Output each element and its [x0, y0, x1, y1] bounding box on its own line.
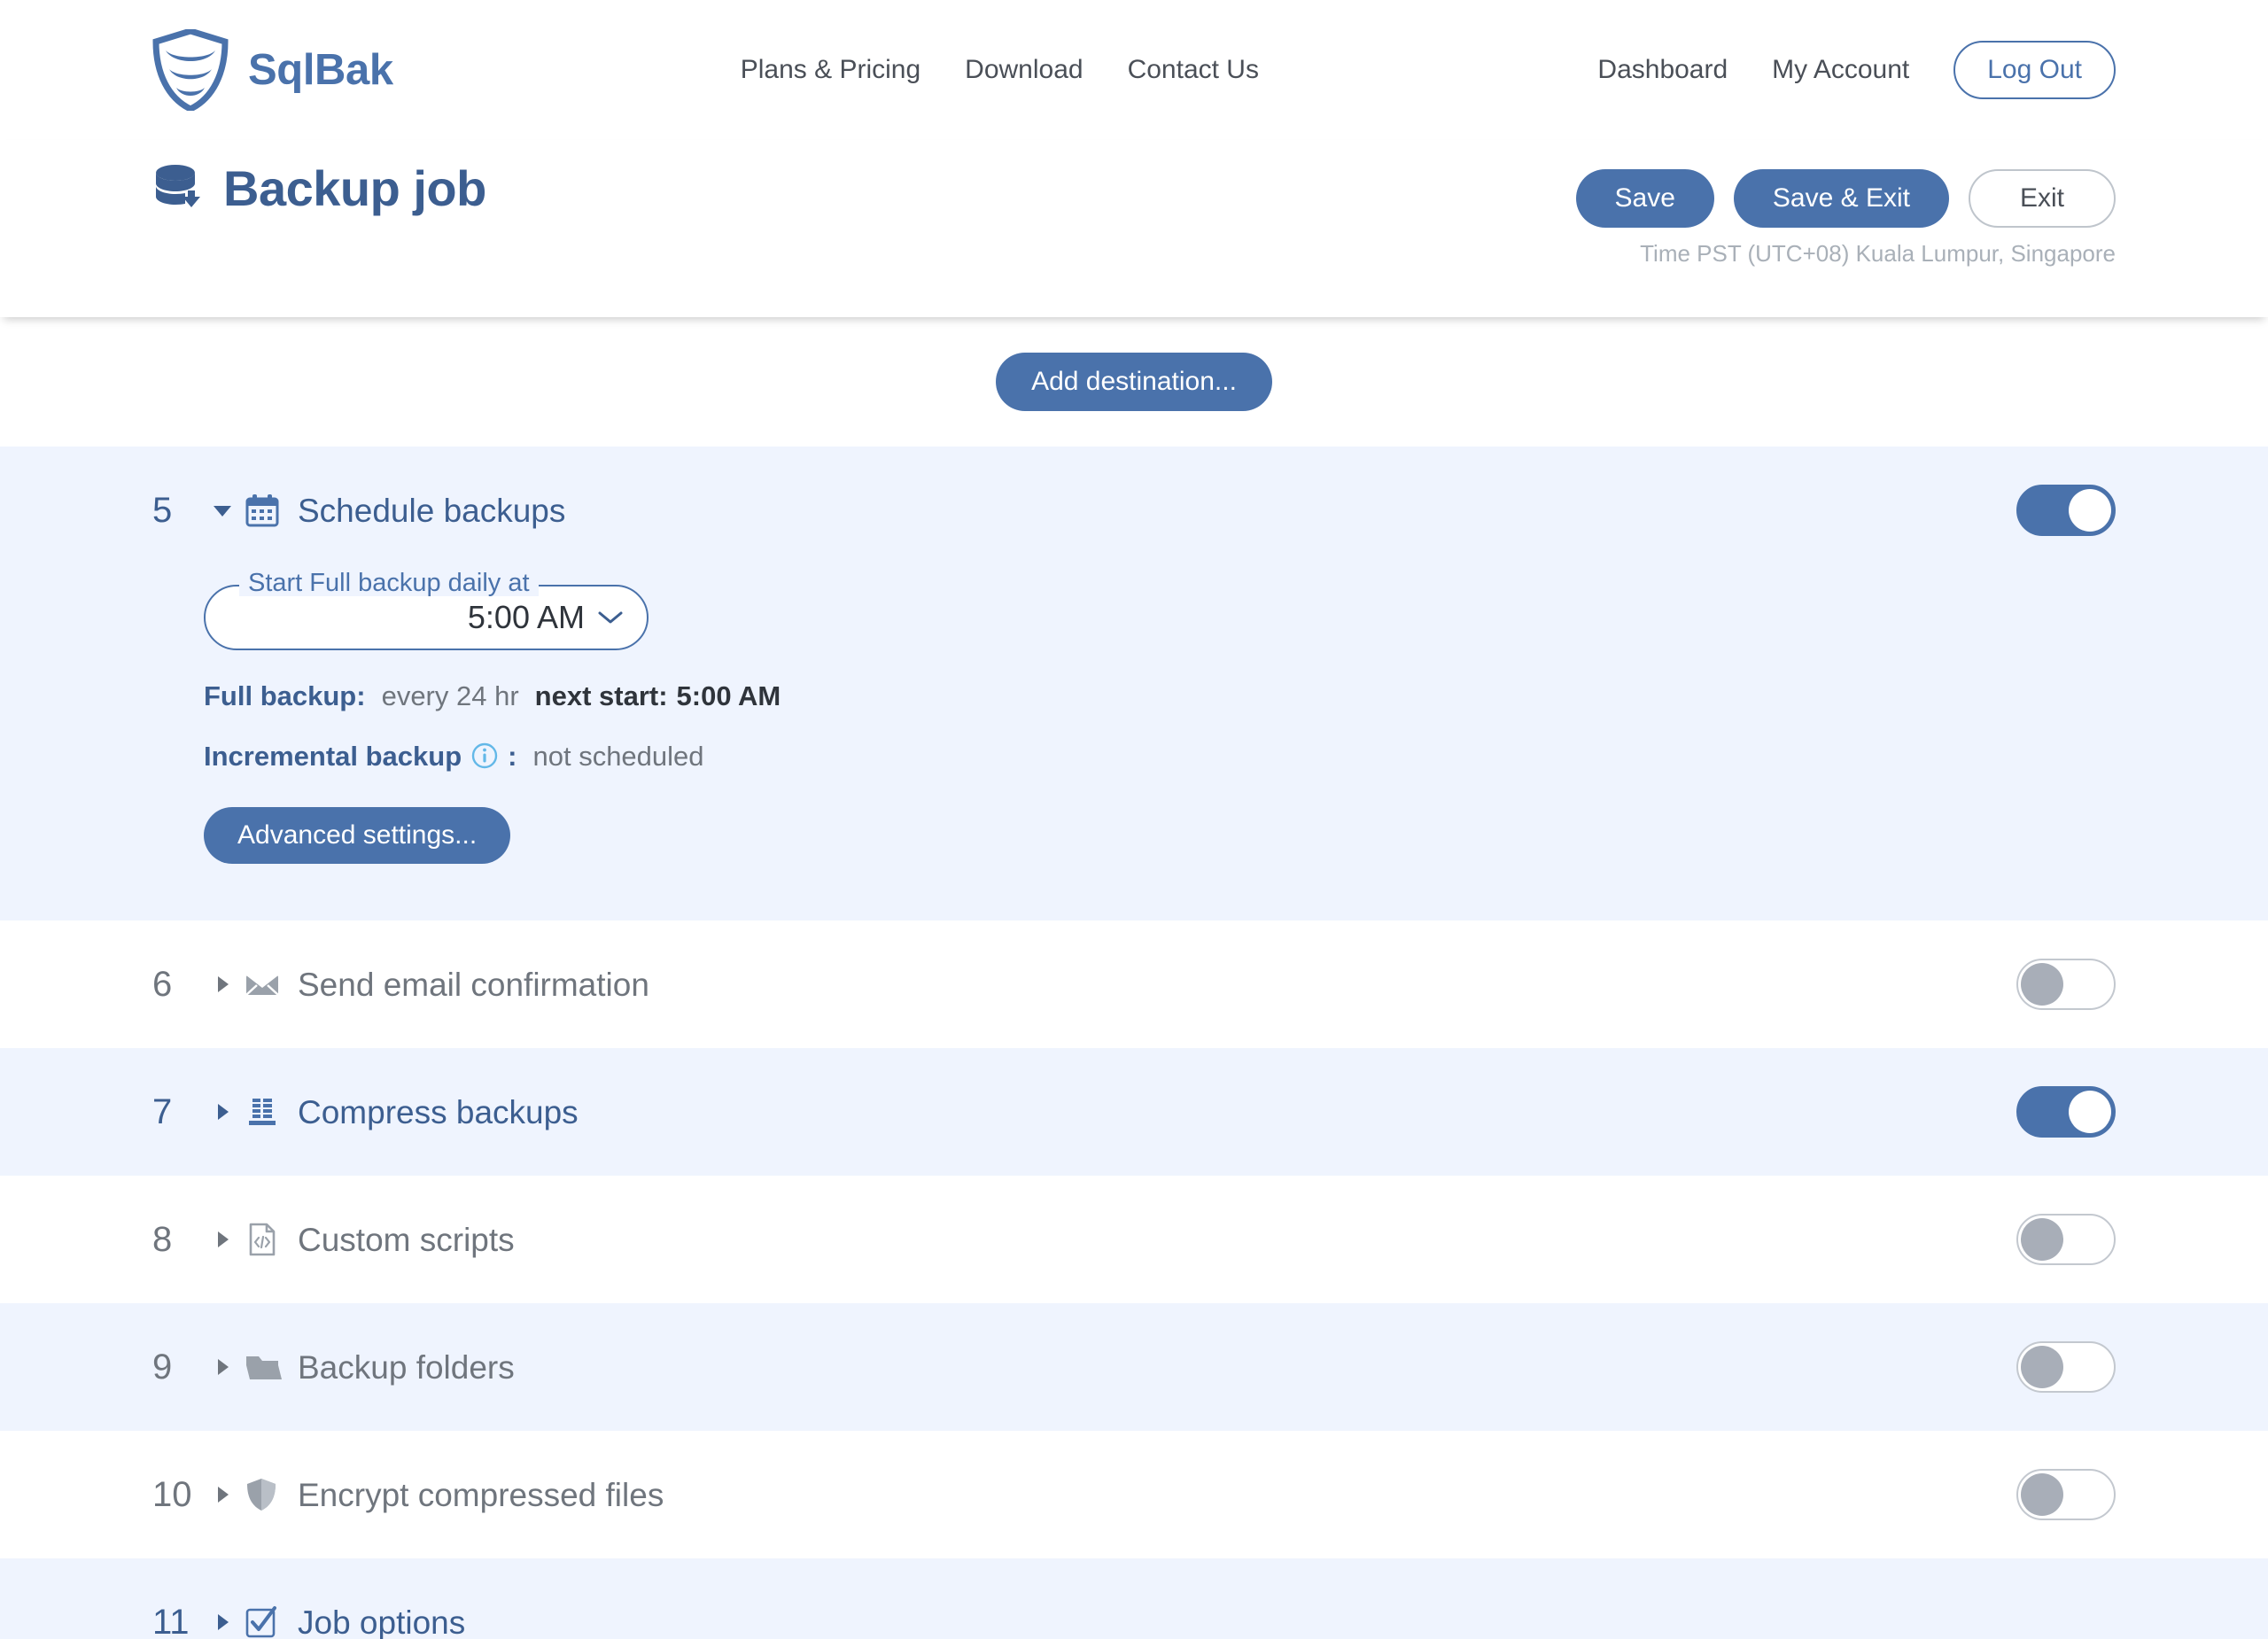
section-label-schedule-backups[interactable]: Schedule backups: [298, 494, 565, 527]
chevron-right-icon[interactable]: [211, 1611, 245, 1634]
toggle-encrypt-compressed-files[interactable]: [2016, 1469, 2116, 1520]
toggle-knob: [2021, 1473, 2063, 1516]
envelope-icon: [245, 967, 291, 1002]
incremental-backup-label: Incremental backup: [204, 742, 462, 770]
section-encrypt-compressed-files: 10 Encrypt compressed files: [0, 1431, 2268, 1558]
section-custom-scripts: 8 Custom scripts: [0, 1176, 2268, 1303]
start-full-backup-label: Start Full backup daily at: [239, 571, 539, 596]
section-header-compress-backups[interactable]: 7: [152, 1048, 2116, 1176]
section-label-compress-backups[interactable]: Compress backups: [298, 1096, 579, 1129]
toggle-knob: [2021, 963, 2063, 1006]
brand-name: SqlBak: [248, 49, 393, 92]
toggle-send-email-confirmation[interactable]: [2016, 959, 2116, 1010]
add-destination-button[interactable]: Add destination...: [996, 353, 1272, 411]
save-and-exit-button[interactable]: Save & Exit: [1734, 169, 1949, 228]
section-header-send-email-confirmation[interactable]: 6 Send email confirmation: [152, 920, 2116, 1048]
section-header-encrypt-compressed-files[interactable]: 10 Encrypt compressed files: [152, 1431, 2116, 1558]
section-label-job-options[interactable]: Job options: [298, 1606, 465, 1639]
header-buttons-row: Save Save & Exit Exit: [1576, 169, 2116, 228]
page-title: Backup job: [223, 164, 486, 214]
calendar-icon: [245, 493, 291, 528]
toggle-knob: [2021, 1346, 2063, 1388]
incremental-backup-status: not scheduled: [532, 742, 703, 770]
full-backup-label: Full backup: [204, 682, 356, 710]
section-number: 6: [152, 967, 211, 1002]
header-actions: Save Save & Exit Exit Time PST (UTC+08) …: [1576, 169, 2116, 265]
full-backup-summary: Full backup: every 24 hr next start: 5:00 A…: [204, 682, 2116, 710]
chevron-right-icon[interactable]: [211, 1355, 245, 1379]
toggle-knob: [2069, 489, 2111, 532]
section-label-backup-folders[interactable]: Backup folders: [298, 1351, 515, 1384]
section-header-custom-scripts[interactable]: 8 Custom scripts: [152, 1176, 2116, 1303]
toggle-knob: [2069, 1091, 2111, 1133]
script-file-icon: [245, 1222, 291, 1257]
page-title-group: Backup job: [152, 161, 486, 216]
section-number: 7: [152, 1094, 211, 1130]
incremental-backup-summary: Incremental backup : not scheduled: [204, 742, 2116, 770]
chevron-right-icon[interactable]: [211, 1483, 245, 1506]
full-backup-next-start-label: next start:: [535, 682, 668, 710]
full-backup-interval: every 24 hr: [382, 682, 519, 710]
section-label-custom-scripts[interactable]: Custom scripts: [298, 1223, 515, 1256]
nav-link-my-account[interactable]: My Account: [1772, 57, 1909, 83]
folder-icon: [245, 1349, 291, 1385]
save-button[interactable]: Save: [1576, 169, 1714, 228]
chevron-down-icon[interactable]: [211, 499, 245, 522]
chevron-right-icon[interactable]: [211, 1100, 245, 1123]
timezone-note: Time PST (UTC+08) Kuala Lumpur, Singapor…: [1640, 242, 2116, 265]
advanced-settings-button[interactable]: Advanced settings...: [204, 807, 510, 864]
section-number: 10: [152, 1477, 211, 1512]
section-compress-backups: 7: [0, 1048, 2268, 1176]
exit-button[interactable]: Exit: [1969, 169, 2116, 228]
section-schedule-backups: 5: [0, 447, 2268, 920]
toggle-backup-folders[interactable]: [2016, 1341, 2116, 1393]
incremental-backup-separator: :: [508, 742, 517, 770]
section-header-schedule-backups[interactable]: 5: [152, 447, 2116, 574]
nav-link-plans-pricing[interactable]: Plans & Pricing: [741, 57, 920, 83]
checkbox-checked-icon: [245, 1605, 291, 1639]
toggle-custom-scripts[interactable]: [2016, 1214, 2116, 1265]
section-number: 8: [152, 1222, 211, 1257]
toggle-knob: [2021, 1218, 2063, 1261]
add-destination-strip: Add destination...: [0, 317, 2268, 447]
nav-link-download[interactable]: Download: [965, 57, 1083, 83]
job-sections-list: 5: [0, 447, 2268, 1639]
section-label-send-email-confirmation[interactable]: Send email confirmation: [298, 968, 649, 1001]
nav-link-contact-us[interactable]: Contact Us: [1128, 57, 1259, 83]
chevron-right-icon[interactable]: [211, 1228, 245, 1251]
archive-box-icon: [245, 1094, 291, 1130]
start-full-backup-time-select[interactable]: Start Full backup daily at 5:00 AM: [204, 585, 649, 650]
sqlbak-shield-logo-icon: [152, 29, 229, 111]
section-label-encrypt-compressed-files[interactable]: Encrypt compressed files: [298, 1479, 664, 1511]
section-header-job-options[interactable]: 11 Job options: [152, 1558, 2116, 1639]
section-header-backup-folders[interactable]: 9 Backup folders: [152, 1303, 2116, 1431]
toggle-schedule-backups[interactable]: [2016, 485, 2116, 536]
account-nav: Dashboard My Account Log Out: [1597, 41, 2116, 99]
section-number: 9: [152, 1349, 211, 1385]
section-backup-folders: 9 Backup folders: [0, 1303, 2268, 1431]
schedule-backups-body: Start Full backup daily at 5:00 AM Full …: [152, 585, 2116, 920]
primary-nav: Plans & Pricing Download Contact Us: [741, 57, 1259, 83]
brand-logo-link[interactable]: SqlBak: [152, 29, 393, 111]
section-number: 5: [152, 493, 211, 528]
chevron-right-icon[interactable]: [211, 973, 245, 996]
full-backup-next-start-value: 5:00 AM: [677, 682, 781, 710]
full-backup-separator: :: [356, 682, 365, 710]
toggle-compress-backups[interactable]: [2016, 1086, 2116, 1138]
top-navigation-bar: SqlBak Plans & Pricing Download Contact …: [0, 0, 2268, 140]
shield-icon: [245, 1477, 291, 1512]
section-send-email-confirmation: 6 Send email confirmation: [0, 920, 2268, 1048]
page-header: Backup job Save Save & Exit Exit Time PS…: [0, 140, 2268, 317]
log-out-button[interactable]: Log Out: [1953, 41, 2116, 99]
section-job-options: 11 Job options: [0, 1558, 2268, 1639]
app-page: SqlBak Plans & Pricing Download Contact …: [0, 0, 2268, 1639]
section-number: 11: [152, 1604, 211, 1639]
chevron-down-icon: [597, 610, 624, 625]
nav-link-dashboard[interactable]: Dashboard: [1597, 57, 1728, 83]
info-circle-icon[interactable]: [470, 742, 499, 770]
database-backup-icon: [152, 161, 207, 216]
start-full-backup-value: 5:00 AM: [468, 602, 585, 633]
